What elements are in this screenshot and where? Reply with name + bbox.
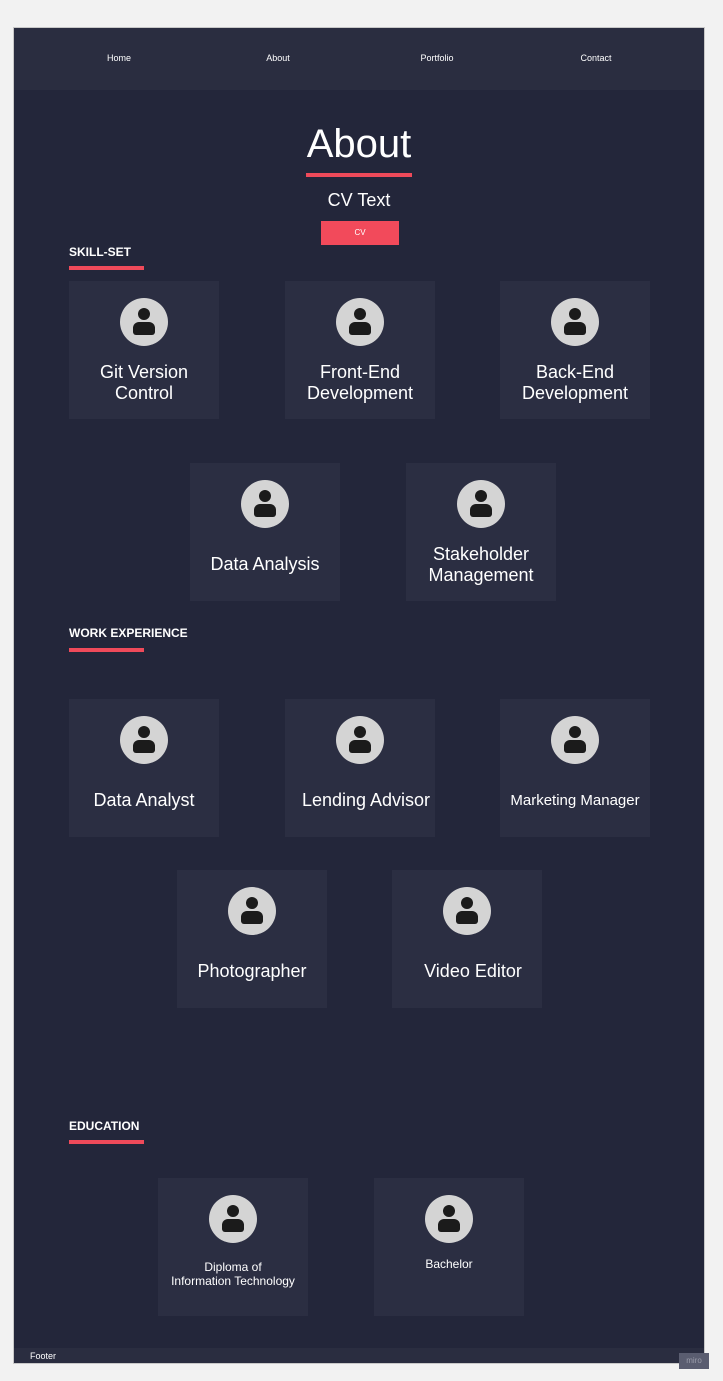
- nav-contact[interactable]: Contact: [546, 53, 646, 63]
- work-heading: WORK EXPERIENCE: [69, 626, 188, 640]
- skills-heading: SKILL-SET: [69, 245, 131, 259]
- skill-card[interactable]: Back-End Development: [500, 281, 650, 419]
- skill-card[interactable]: Stakeholder Management: [406, 463, 556, 601]
- skill-card[interactable]: Data Analysis: [190, 463, 340, 601]
- education-label: Bachelor: [425, 1257, 473, 1271]
- user-avatar-icon: [336, 298, 384, 346]
- user-avatar-icon: [425, 1195, 473, 1243]
- work-label: Lending Advisor: [301, 790, 431, 810]
- nav-portfolio[interactable]: Portfolio: [387, 53, 487, 63]
- page-title: About: [306, 122, 412, 166]
- cv-text: CV Text: [327, 190, 391, 210]
- work-card[interactable]: Video Editor: [392, 870, 542, 1008]
- user-avatar-icon: [209, 1195, 257, 1243]
- work-underline: [69, 648, 144, 652]
- skill-label: Data Analysis: [210, 554, 320, 574]
- education-heading: EDUCATION: [69, 1119, 140, 1133]
- work-label: Data Analyst: [93, 790, 195, 810]
- work-label: Marketing Manager: [510, 792, 640, 809]
- user-avatar-icon: [228, 887, 276, 935]
- work-label: Video Editor: [424, 961, 522, 981]
- education-card[interactable]: Bachelor: [374, 1178, 524, 1316]
- user-avatar-icon: [443, 887, 491, 935]
- work-label: Photographer: [197, 961, 307, 981]
- education-underline: [69, 1140, 144, 1144]
- footer-text: Footer: [30, 1351, 57, 1361]
- user-avatar-icon: [457, 480, 505, 528]
- education-label: Diploma of Information Technology: [171, 1260, 295, 1288]
- page-frame: Home About Portfolio Contact About CV Te…: [13, 27, 705, 1364]
- skill-label: Git Version Control: [99, 361, 189, 403]
- footer: Footer: [14, 1348, 704, 1363]
- miro-badge[interactable]: miro: [679, 1353, 709, 1369]
- work-card[interactable]: Lending Advisor: [285, 699, 435, 837]
- user-avatar-icon: [551, 716, 599, 764]
- skills-underline: [69, 266, 144, 270]
- skill-label: Front-End Development: [306, 361, 414, 403]
- user-avatar-icon: [551, 298, 599, 346]
- top-nav: Home About Portfolio Contact: [14, 28, 704, 90]
- nav-about[interactable]: About: [228, 53, 328, 63]
- user-avatar-icon: [120, 716, 168, 764]
- skill-label: Back-End Development: [521, 361, 629, 403]
- work-card[interactable]: Marketing Manager: [500, 699, 650, 837]
- work-card[interactable]: Data Analyst: [69, 699, 219, 837]
- user-avatar-icon: [241, 480, 289, 528]
- education-card[interactable]: Diploma of Information Technology: [158, 1178, 308, 1316]
- skill-card[interactable]: Front-End Development: [285, 281, 435, 419]
- skill-label: Stakeholder Management: [428, 543, 534, 585]
- work-card[interactable]: Photographer: [177, 870, 327, 1008]
- nav-home[interactable]: Home: [69, 53, 169, 63]
- title-underline: [306, 173, 412, 177]
- cv-button[interactable]: CV: [321, 221, 399, 245]
- user-avatar-icon: [336, 716, 384, 764]
- user-avatar-icon: [120, 298, 168, 346]
- skill-card[interactable]: Git Version Control: [69, 281, 219, 419]
